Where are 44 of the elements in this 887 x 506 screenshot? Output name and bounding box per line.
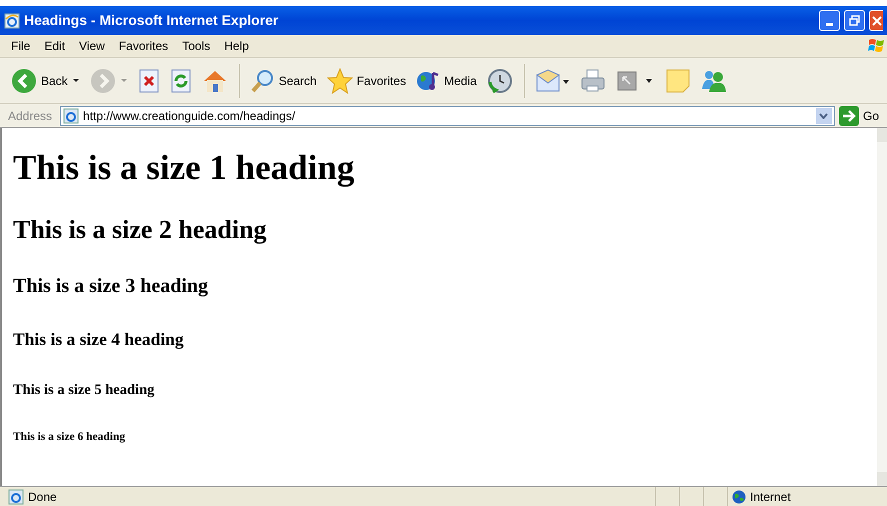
windows-logo-icon — [867, 37, 887, 55]
star-icon — [326, 68, 353, 94]
people-icon — [700, 68, 728, 92]
menu-item[interactable]: Favorites — [112, 37, 176, 55]
menu-item[interactable]: View — [72, 37, 112, 55]
menu-item[interactable]: Tools — [175, 37, 218, 55]
envelope-icon — [536, 68, 570, 92]
heading: This is a size 2 heading — [13, 214, 268, 246]
refresh-icon — [170, 68, 192, 92]
heading: This is a size 4 heading — [13, 329, 185, 352]
address-field[interactable]: http://www.creationguide.com/headings/ — [60, 106, 835, 126]
zone-text: Internet — [750, 488, 791, 506]
close-button[interactable] — [869, 10, 883, 31]
printer-icon — [580, 68, 606, 92]
restore-button[interactable] — [844, 10, 865, 31]
status-text: Done — [28, 488, 58, 506]
stop-icon — [138, 68, 160, 92]
note-icon — [666, 68, 690, 92]
address-label: Address — [7, 108, 54, 124]
clock-icon — [486, 68, 513, 94]
menu-item[interactable]: File — [4, 37, 38, 55]
heading: This is a size 1 heading — [13, 147, 356, 189]
go-button[interactable]: Go — [838, 106, 883, 126]
search-button[interactable]: Search — [248, 64, 320, 96]
heading: This is a size 3 heading — [13, 274, 210, 300]
media-button[interactable]: Media — [413, 64, 480, 96]
search-icon — [250, 68, 275, 92]
heading: This is a size 5 heading — [13, 381, 156, 400]
restore-icon — [849, 15, 860, 26]
favorites-button[interactable]: Favorites — [324, 64, 410, 96]
heading: This is a size 6 heading — [13, 430, 126, 445]
minimize-button[interactable] — [819, 10, 840, 31]
scrollbar[interactable] — [877, 128, 887, 486]
page-icon — [8, 488, 24, 504]
globe-icon — [732, 490, 746, 504]
browser-icon — [4, 12, 20, 28]
window-title: Headings - Microsoft Internet Explorer — [24, 11, 280, 30]
close-icon — [872, 16, 882, 26]
back-button[interactable]: Back — [8, 64, 83, 96]
menu-item[interactable]: Edit — [37, 37, 72, 55]
menu-item[interactable]: Help — [217, 37, 256, 55]
caret-icon — [120, 78, 128, 83]
caret-icon — [72, 78, 80, 83]
page-icon — [63, 108, 80, 124]
